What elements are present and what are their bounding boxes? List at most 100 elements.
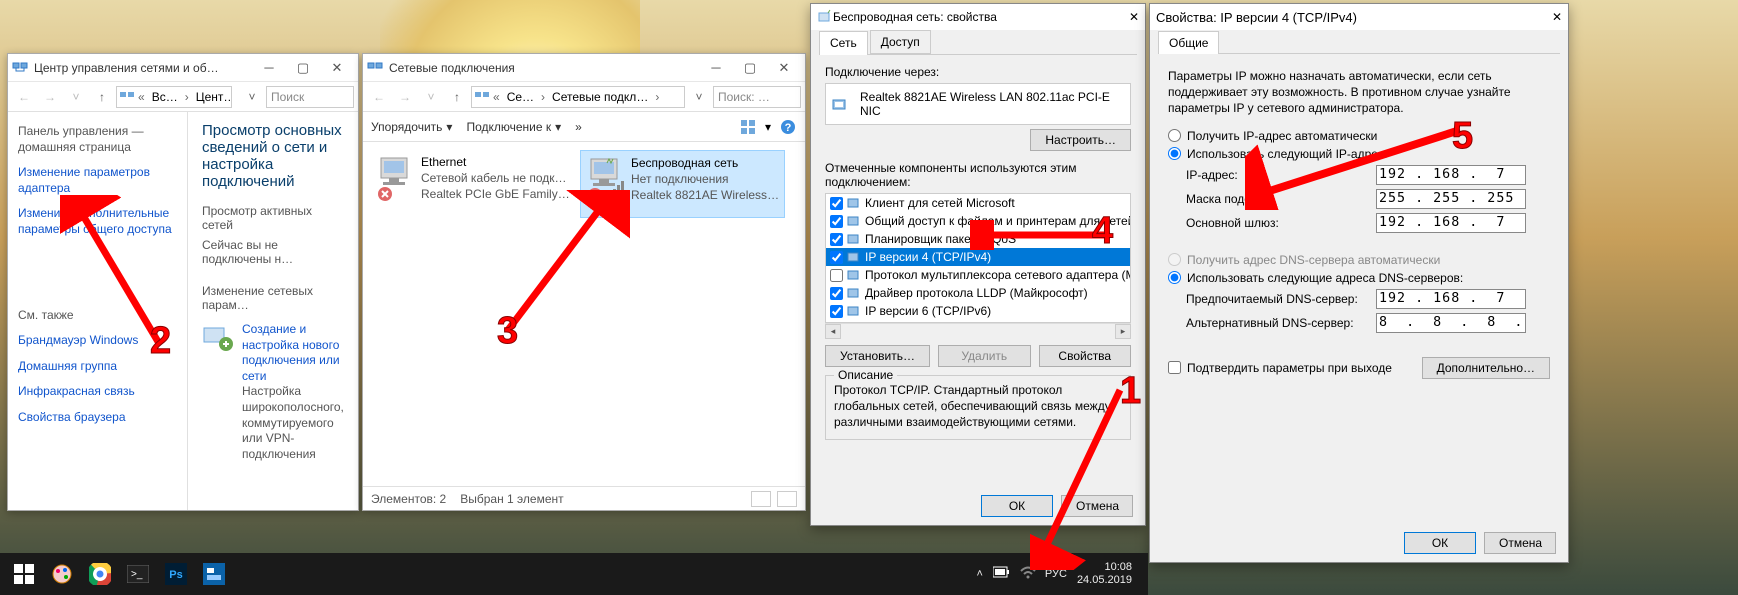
back-button[interactable]: ← [12,85,36,109]
tray-up-icon[interactable]: ˄ [976,568,982,580]
dialog-footer: ОК Отмена [1150,524,1568,562]
connect-to-menu[interactable]: Подключение к ▾ [466,120,561,134]
component-checkbox[interactable] [830,215,843,228]
tray-battery-icon[interactable] [993,566,1009,582]
close-button[interactable]: ✕ [1552,10,1562,24]
scroll-left-button[interactable]: ◂ [825,324,841,339]
close-button[interactable]: ✕ [1129,10,1139,24]
more-menu[interactable]: » [575,120,582,134]
minimize-button[interactable]: ─ [699,56,733,80]
back-button[interactable]: ← [367,85,391,109]
sidebar-home[interactable]: Панель управления —домашняя страница [18,124,177,155]
breadcrumb-part[interactable]: Сетевые подкл… [548,90,652,104]
view-details-button[interactable] [751,491,771,507]
uninstall-button[interactable]: Удалить [938,345,1031,367]
radio-ip-manual[interactable]: Использовать следующий IP-адрес: [1168,147,1550,161]
titlebar[interactable]: Сетевые подключения ─ ▢ ✕ [363,54,805,82]
tray-wifi-icon[interactable] [1019,566,1035,582]
search-input[interactable]: Поиск: … [713,86,801,108]
taskbar[interactable]: >_ Ps ˄ РУС 10:08 24.05.2019 [0,553,1148,595]
tab-network[interactable]: Сеть [819,31,868,55]
titlebar[interactable]: Центр управления сетями и об… ─ ▢ ✕ [8,54,358,82]
component-checkbox[interactable] [830,287,843,300]
ok-button[interactable]: ОК [1404,532,1476,554]
sidebar-homegroup[interactable]: Домашняя группа [18,359,177,375]
gateway-input[interactable] [1376,213,1526,233]
component-item[interactable]: Драйвер протокола LLDP (Майкрософт) [826,284,1130,302]
ok-button[interactable]: ОК [981,495,1053,517]
tray-language[interactable]: РУС [1045,568,1067,580]
taskbar-app[interactable] [196,556,232,592]
view-icons-button[interactable] [777,491,797,507]
cancel-button[interactable]: Отмена [1061,495,1133,517]
close-button[interactable]: ✕ [320,56,354,80]
tray-clock[interactable]: 10:08 24.05.2019 [1077,561,1142,587]
component-item[interactable]: Планировщик пакетов QoS [826,230,1130,248]
radio-dns-manual[interactable]: Использовать следующие адреса DNS-сервер… [1168,271,1550,285]
titlebar[interactable]: Беспроводная сеть: свойства ✕ [811,4,1145,30]
validate-checkbox[interactable]: Подтвердить параметры при выходе [1168,361,1392,375]
organize-menu[interactable]: Упорядочить ▾ [371,120,452,134]
close-button[interactable]: ✕ [767,56,801,80]
dns1-input[interactable] [1376,289,1526,309]
advanced-button[interactable]: Дополнительно… [1422,357,1550,379]
horizontal-scrollbar[interactable]: ◂ ▸ [825,323,1131,339]
sidebar-infrared[interactable]: Инфракрасная связь [18,384,177,400]
taskbar-photoshop[interactable]: Ps [158,556,194,592]
component-item[interactable]: Протокол мультиплексора сетевого адаптер… [826,266,1130,284]
subnet-mask-input[interactable] [1376,189,1526,209]
titlebar[interactable]: Свойства: IP версии 4 (TCP/IPv4) ✕ [1150,4,1568,30]
sidebar-sharing-settings[interactable]: Изменить дополнительныепараметры общего … [18,206,177,237]
properties-button[interactable]: Свойства [1039,345,1132,367]
chevron-down-icon[interactable]: ▾ [765,120,771,134]
component-checkbox[interactable] [830,233,843,246]
breadcrumb[interactable]: « Вс… › Цент… › [116,86,232,108]
maximize-button[interactable]: ▢ [733,56,767,80]
view-icon[interactable] [739,118,757,136]
install-button[interactable]: Установить… [825,345,930,367]
component-item[interactable]: Общий доступ к файлам и принтерам для се… [826,212,1130,230]
sidebar-browser-props[interactable]: Свойства браузера [18,410,177,426]
taskbar-paint[interactable] [44,556,80,592]
breadcrumb-part[interactable]: Вс… [148,90,182,104]
component-checkbox[interactable] [830,251,843,264]
cancel-button[interactable]: Отмена [1484,532,1556,554]
component-item[interactable]: IP версии 6 (TCP/IPv6) [826,302,1130,320]
configure-button[interactable]: Настроить… [1030,129,1131,151]
minimize-button[interactable]: ─ [252,56,286,80]
dropdown-button[interactable]: ˅ [240,85,264,109]
taskbar-terminal[interactable]: >_ [120,556,156,592]
help-icon[interactable]: ? [779,118,797,136]
breadcrumb-part[interactable]: Цент… [192,90,232,104]
scroll-right-button[interactable]: ▸ [1115,324,1131,339]
start-button[interactable] [6,556,42,592]
component-checkbox[interactable] [830,305,843,318]
tab-access[interactable]: Доступ [870,30,931,54]
tab-general[interactable]: Общие [1158,31,1219,54]
ip-address-input[interactable] [1376,165,1526,185]
component-item[interactable]: IP версии 4 (TCP/IPv4) [826,248,1130,266]
component-checkbox[interactable] [830,269,843,282]
history-dropdown[interactable]: ˅ [419,85,443,109]
forward-button[interactable]: → [393,85,417,109]
sidebar-change-adapter[interactable]: Изменение параметров адаптера [18,165,177,196]
history-dropdown[interactable]: ˅ [64,85,88,109]
dropdown-button[interactable]: ˅ [687,85,711,109]
component-list[interactable]: Клиент для сетей MicrosoftОбщий доступ к… [825,193,1131,323]
maximize-button[interactable]: ▢ [286,56,320,80]
breadcrumb-part[interactable]: Се… [503,90,538,104]
breadcrumb[interactable]: « Се… › Сетевые подкл… › [471,86,685,108]
dns2-input[interactable] [1376,313,1526,333]
adapter-ethernet[interactable]: Ethernet Сетевой кабель не подк… Realtek… [371,150,576,218]
adapter-wireless[interactable]: Беспроводная сеть Нет подключения Realte… [580,150,785,218]
radio-ip-auto[interactable]: Получить IP-адрес автоматически [1168,129,1550,143]
up-button[interactable]: ↑ [90,85,114,109]
new-connection-link[interactable]: Создание и настройка нового подключения … [242,322,344,384]
component-checkbox[interactable] [830,197,843,210]
component-item[interactable]: Клиент для сетей Microsoft [826,194,1130,212]
forward-button[interactable]: → [38,85,62,109]
sidebar-firewall[interactable]: Брандмауэр Windows [18,333,177,349]
taskbar-chrome[interactable] [82,556,118,592]
up-button[interactable]: ↑ [445,85,469,109]
search-input[interactable]: Поиск [266,86,354,108]
